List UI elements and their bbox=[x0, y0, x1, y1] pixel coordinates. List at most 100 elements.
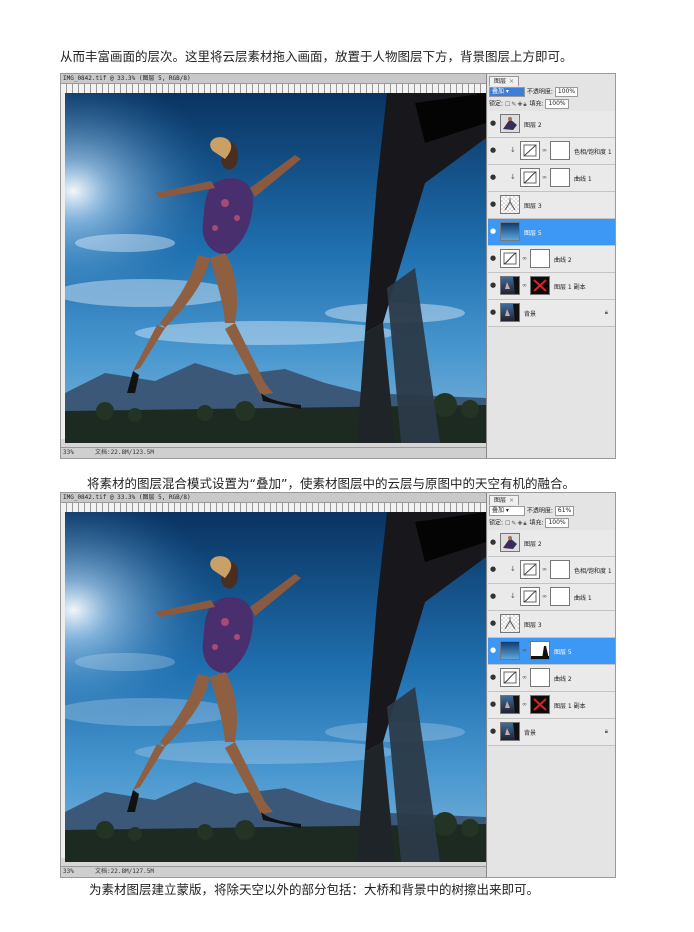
layer-row[interactable]: ● ∞ 图层 1 副本 bbox=[488, 692, 615, 719]
clip-arrow-icon: ↓ bbox=[510, 592, 516, 600]
layer-thumbnail[interactable] bbox=[520, 560, 540, 579]
layer-name: 曲线 1 bbox=[574, 595, 592, 602]
layer-name: 图层 3 bbox=[524, 622, 542, 629]
document-tab[interactable]: IMG_0842.tif @ 33.3% (图层 5, RGB/8) bbox=[61, 493, 486, 503]
lock-options-icon[interactable]: ☐✎✚🔒︎ bbox=[505, 100, 528, 110]
eye-icon[interactable]: ● bbox=[490, 282, 497, 289]
layer-row[interactable]: ● ↓ ∞ 曲线 1 bbox=[488, 584, 615, 611]
layer-row[interactable]: ● 背景 🔒︎ bbox=[488, 300, 615, 327]
document-canvas[interactable] bbox=[65, 93, 486, 443]
layer-thumbnail[interactable] bbox=[500, 276, 520, 295]
eye-icon[interactable]: ● bbox=[490, 228, 497, 235]
chain-link-icon[interactable]: ∞ bbox=[522, 647, 527, 654]
layer-thumbnail[interactable] bbox=[520, 587, 540, 606]
close-icon[interactable]: × bbox=[509, 497, 514, 504]
layer-thumbnail[interactable] bbox=[500, 249, 520, 268]
status-bar: 33% 文档:22.8M/123.5M bbox=[61, 447, 486, 458]
chain-link-icon[interactable]: ∞ bbox=[522, 255, 527, 262]
layer-thumbnail[interactable] bbox=[500, 668, 520, 687]
eye-icon[interactable]: ● bbox=[490, 309, 497, 316]
layer-row[interactable]: ● ↓ ∞ 曲线 1 bbox=[488, 165, 615, 192]
layer-mask-thumbnail[interactable] bbox=[550, 560, 570, 579]
layer-thumbnail[interactable] bbox=[500, 114, 520, 133]
chain-link-icon[interactable]: ∞ bbox=[542, 174, 547, 181]
chain-link-icon[interactable]: ∞ bbox=[542, 566, 547, 573]
layer-row[interactable]: ● 图层 2 bbox=[488, 111, 615, 138]
layer-mask-thumbnail[interactable] bbox=[530, 641, 550, 660]
eye-icon[interactable]: ● bbox=[490, 539, 497, 546]
zoom-level[interactable]: 33% bbox=[63, 867, 74, 877]
tab-layers-label: 图层 bbox=[494, 78, 507, 85]
layer-thumbnail[interactable] bbox=[520, 168, 540, 187]
layer-thumbnail[interactable] bbox=[500, 641, 520, 660]
layer-thumbnail[interactable] bbox=[520, 141, 540, 160]
layer-row[interactable]: ● ∞ 曲线 2 bbox=[488, 246, 615, 273]
opacity-input[interactable]: 61% bbox=[554, 506, 575, 516]
layer-row[interactable]: ● ∞ 图层 5 bbox=[488, 638, 615, 665]
eye-icon[interactable]: ● bbox=[490, 620, 497, 627]
lock-icon: 🔒︎ bbox=[604, 309, 608, 316]
eye-icon[interactable]: ● bbox=[490, 647, 497, 654]
chain-link-icon[interactable]: ∞ bbox=[542, 593, 547, 600]
chain-link-icon[interactable]: ∞ bbox=[522, 674, 527, 681]
document-tab[interactable]: IMG_0842.tif @ 33.3% (图层 5, RGB/8) bbox=[61, 74, 486, 84]
zoom-level[interactable]: 33% bbox=[63, 448, 74, 458]
eye-icon[interactable]: ● bbox=[490, 174, 497, 181]
canvas-photo bbox=[65, 512, 486, 862]
fill-input[interactable]: 100% bbox=[545, 99, 569, 109]
layer-row[interactable]: ● ∞ 曲线 2 bbox=[488, 665, 615, 692]
clip-arrow-icon: ↓ bbox=[510, 146, 516, 154]
layers-list: ● 图层 2 ● ↓ ∞ 色相/饱和度 1 ● ↓ ∞ 曲线 1 ● 图层 3 ● ∞ 图层 5 ● ∞ 曲线 2… bbox=[488, 530, 615, 746]
opacity-input[interactable]: 100% bbox=[554, 87, 579, 97]
chain-link-icon[interactable]: ∞ bbox=[522, 701, 527, 708]
layer-thumbnail[interactable] bbox=[500, 722, 520, 741]
layer-name: 图层 2 bbox=[524, 541, 542, 548]
eye-icon[interactable]: ● bbox=[490, 201, 497, 208]
tab-layers[interactable]: 图层 × bbox=[489, 76, 520, 86]
layer-mask-thumbnail[interactable] bbox=[530, 695, 550, 714]
layer-mask-thumbnail[interactable] bbox=[530, 668, 550, 687]
chain-link-icon[interactable]: ∞ bbox=[542, 147, 547, 154]
eye-icon[interactable]: ● bbox=[490, 566, 497, 573]
layer-row[interactable]: ● 图层 3 bbox=[488, 192, 615, 219]
eye-icon[interactable]: ● bbox=[490, 255, 497, 262]
blend-mode-select[interactable]: 叠加 ▾ bbox=[489, 506, 525, 516]
layer-name: 背景 bbox=[524, 311, 537, 318]
layer-thumbnail[interactable] bbox=[500, 222, 520, 241]
blend-mode-select[interactable]: 叠加 ▾ bbox=[489, 87, 525, 97]
layer-row[interactable]: ● 背景 🔒︎ bbox=[488, 719, 615, 746]
layer-mask-thumbnail[interactable] bbox=[550, 168, 570, 187]
eye-icon[interactable]: ● bbox=[490, 701, 497, 708]
layer-thumbnail[interactable] bbox=[500, 195, 520, 214]
eye-icon[interactable]: ● bbox=[490, 728, 497, 735]
document-canvas[interactable] bbox=[65, 512, 486, 862]
layer-thumbnail[interactable] bbox=[500, 533, 520, 552]
lock-options-icon[interactable]: ☐✎✚🔒︎ bbox=[505, 519, 528, 529]
layer-name: 图层 1 副本 bbox=[554, 284, 586, 291]
fill-input[interactable]: 100% bbox=[545, 518, 569, 528]
layer-thumbnail[interactable] bbox=[500, 303, 520, 322]
layer-name: 曲线 1 bbox=[574, 176, 592, 183]
layer-row[interactable]: ● ∞ 图层 1 副本 bbox=[488, 273, 615, 300]
close-icon[interactable]: × bbox=[509, 78, 514, 85]
layer-row[interactable]: ● 图层 5 bbox=[488, 219, 615, 246]
layers-panel: 图层 × 叠加 ▾ 不透明度: 100% 锁定: ☐✎✚🔒︎ 填充: 100% ●… bbox=[486, 74, 615, 458]
layer-row[interactable]: ● ↓ ∞ 色相/饱和度 1 bbox=[488, 138, 615, 165]
eye-icon[interactable]: ● bbox=[490, 120, 497, 127]
layer-mask-thumbnail[interactable] bbox=[530, 249, 550, 268]
eye-icon[interactable]: ● bbox=[490, 674, 497, 681]
layer-name: 背景 bbox=[524, 730, 537, 737]
eye-icon[interactable]: ● bbox=[490, 147, 497, 154]
layer-mask-thumbnail[interactable] bbox=[550, 141, 570, 160]
layer-thumbnail[interactable] bbox=[500, 614, 520, 633]
eye-icon[interactable]: ● bbox=[490, 593, 497, 600]
layer-mask-thumbnail[interactable] bbox=[550, 587, 570, 606]
canvas-photo bbox=[65, 93, 486, 443]
layer-row[interactable]: ● 图层 3 bbox=[488, 611, 615, 638]
layer-thumbnail[interactable] bbox=[500, 695, 520, 714]
tab-layers[interactable]: 图层 × bbox=[489, 495, 520, 505]
layer-row[interactable]: ● ↓ ∞ 色相/饱和度 1 bbox=[488, 557, 615, 584]
layer-row[interactable]: ● 图层 2 bbox=[488, 530, 615, 557]
chain-link-icon[interactable]: ∞ bbox=[522, 282, 527, 289]
layer-mask-thumbnail[interactable] bbox=[530, 276, 550, 295]
